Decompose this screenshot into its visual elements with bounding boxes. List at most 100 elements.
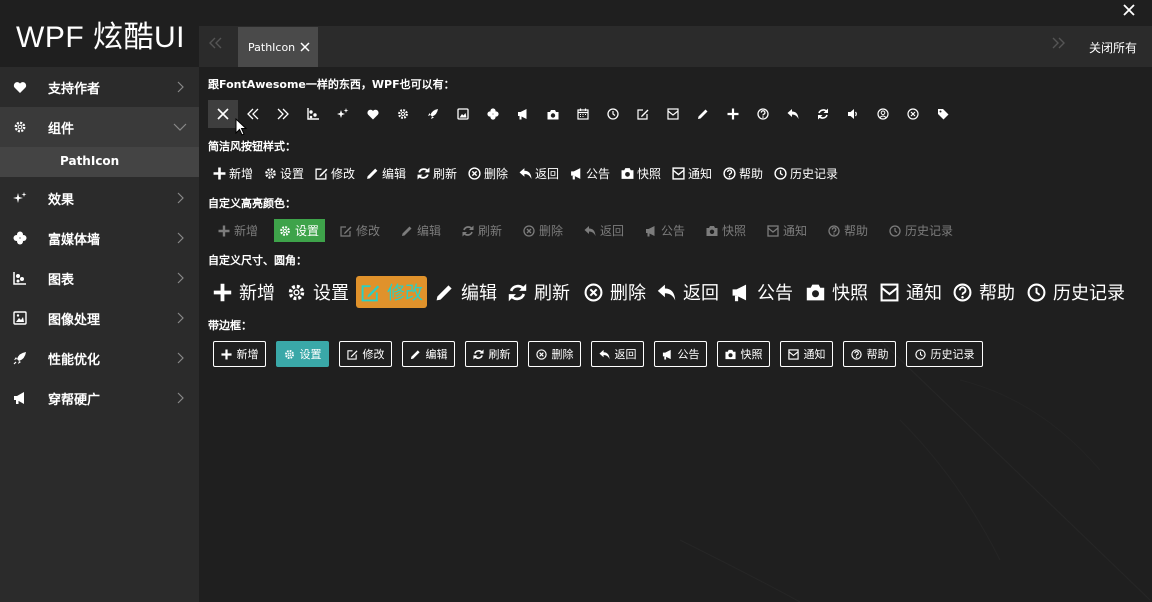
clock-button[interactable]: 历史记录 — [1026, 276, 1125, 308]
sidebar-item-image-processing[interactable]: 图像处理 — [0, 298, 199, 338]
question-icon[interactable] — [748, 100, 778, 128]
envelope-icon[interactable] — [658, 100, 688, 128]
image-icon[interactable] — [448, 100, 478, 128]
gear-button[interactable]: 设置 — [274, 219, 326, 242]
reply-icon — [518, 166, 532, 180]
envelope-button[interactable]: 通知 — [780, 341, 833, 367]
megaphone-button[interactable]: 公告 — [644, 219, 685, 242]
plus-button[interactable]: 新增 — [212, 164, 253, 182]
camera-button[interactable]: 快照 — [705, 219, 746, 242]
sidebar-item-charts[interactable]: 图表 — [0, 258, 199, 298]
edit-icon[interactable] — [628, 100, 658, 128]
edit-button[interactable]: 修改 — [339, 341, 392, 367]
close-icon — [300, 42, 310, 52]
camera-icon[interactable] — [538, 100, 568, 128]
refresh-button[interactable]: 刷新 — [416, 164, 457, 182]
times-circle-button[interactable]: 删除 — [528, 341, 581, 367]
refresh-icon[interactable] — [808, 100, 838, 128]
plus-icon[interactable] — [718, 100, 748, 128]
reply-button[interactable]: 返回 — [518, 164, 559, 182]
plus-button[interactable]: 新增 — [212, 276, 275, 308]
clock-button[interactable]: 历史记录 — [906, 341, 983, 367]
megaphone-button[interactable]: 公告 — [569, 164, 610, 182]
button-label: 删除 — [484, 166, 509, 181]
question-button[interactable]: 帮助 — [843, 341, 896, 367]
refresh-button[interactable]: 刷新 — [461, 219, 502, 242]
close-icon — [1123, 4, 1135, 16]
tag-icon[interactable] — [928, 100, 958, 128]
pencil-button[interactable]: 编辑 — [400, 219, 441, 242]
megaphone-icon[interactable] — [508, 100, 538, 128]
sidebar-item-effects[interactable]: 效果 — [0, 178, 199, 218]
clock-button[interactable]: 历史记录 — [773, 164, 838, 182]
sidebar-item-support[interactable]: 支持作者 — [0, 67, 199, 107]
sidebar-item-media-wall[interactable]: 富媒体墙 — [0, 218, 199, 258]
question-button[interactable]: 帮助 — [722, 164, 763, 182]
close-icon[interactable] — [208, 100, 238, 128]
chart-icon[interactable] — [298, 100, 328, 128]
plus-button[interactable]: 新增 — [213, 341, 266, 367]
sidebar-item-label: 图像处理 — [48, 313, 101, 328]
sidebar-item-label: 穿帮硬广 — [48, 393, 101, 408]
envelope-button[interactable]: 通知 — [879, 276, 942, 308]
edit-button[interactable]: 修改 — [356, 276, 427, 308]
pencil-button[interactable]: 编辑 — [365, 164, 406, 182]
reply-icon[interactable] — [778, 100, 808, 128]
sidebar-item-ads[interactable]: 穿帮硬广 — [0, 378, 199, 418]
camera-button[interactable]: 快照 — [805, 276, 868, 308]
sidebar-item-label: 富媒体墙 — [48, 233, 101, 248]
user-circle-icon[interactable] — [868, 100, 898, 128]
edit-button[interactable]: 修改 — [314, 164, 355, 182]
times-circle-icon[interactable] — [898, 100, 928, 128]
refresh-button[interactable]: 刷新 — [465, 341, 518, 367]
tab-close-button[interactable] — [300, 42, 310, 52]
camera-button[interactable]: 快照 — [717, 341, 770, 367]
times-circle-button[interactable]: 删除 — [522, 219, 563, 242]
reply-button[interactable]: 返回 — [656, 276, 719, 308]
tab-pathicon[interactable]: PathIcon — [238, 27, 318, 67]
gear-button[interactable]: 设置 — [286, 276, 349, 308]
times-circle-button[interactable]: 删除 — [583, 276, 646, 308]
edit-button[interactable]: 修改 — [339, 219, 380, 242]
pencil-button[interactable]: 编辑 — [434, 276, 497, 308]
volume-icon[interactable] — [838, 100, 868, 128]
close-window-button[interactable] — [1116, 0, 1142, 20]
sidebar-item-components[interactable]: 组件 — [0, 107, 199, 147]
question-button[interactable]: 帮助 — [952, 276, 1015, 308]
rocket-icon[interactable] — [418, 100, 448, 128]
clover-icon[interactable] — [478, 100, 508, 128]
envelope-button[interactable]: 通知 — [671, 164, 712, 182]
chevron-right-icon — [173, 351, 187, 365]
camera-button[interactable]: 快照 — [620, 164, 661, 182]
button-label: 快照 — [637, 166, 662, 181]
calendar-icon[interactable] — [568, 100, 598, 128]
gear-button[interactable]: 设置 — [276, 341, 329, 367]
button-label: 帮助 — [866, 348, 889, 361]
gear-icon[interactable] — [388, 100, 418, 128]
pencil-button[interactable]: 编辑 — [402, 341, 455, 367]
tab-scroll-left-button[interactable] — [207, 36, 231, 56]
times-circle-button[interactable]: 删除 — [467, 164, 508, 182]
sparkle-icon[interactable] — [328, 100, 358, 128]
heart-icon[interactable] — [358, 100, 388, 128]
clock-icon[interactable] — [598, 100, 628, 128]
question-button[interactable]: 帮助 — [827, 219, 868, 242]
close-all-tabs-button[interactable]: 关闭所有 — [1089, 39, 1137, 56]
pencil-icon[interactable] — [688, 100, 718, 128]
gear-button[interactable]: 设置 — [263, 164, 304, 182]
sidebar-item-performance[interactable]: 性能优化 — [0, 338, 199, 378]
envelope-button[interactable]: 通知 — [766, 219, 807, 242]
clock-button[interactable]: 历史记录 — [888, 219, 953, 242]
sidebar-subitem-pathicon[interactable]: PathIcon — [0, 147, 199, 177]
reply-icon — [599, 348, 611, 360]
times-circle-icon — [583, 282, 603, 302]
plus-button[interactable]: 新增 — [217, 219, 258, 242]
tab-scroll-right-button[interactable] — [1050, 36, 1074, 56]
reply-button[interactable]: 返回 — [591, 341, 644, 367]
button-label: 设置 — [280, 166, 305, 181]
megaphone-button[interactable]: 公告 — [730, 276, 793, 308]
megaphone-button[interactable]: 公告 — [654, 341, 707, 367]
reply-button[interactable]: 返回 — [583, 219, 624, 242]
refresh-button[interactable]: 刷新 — [507, 276, 570, 308]
double-right-icon[interactable] — [268, 100, 298, 128]
